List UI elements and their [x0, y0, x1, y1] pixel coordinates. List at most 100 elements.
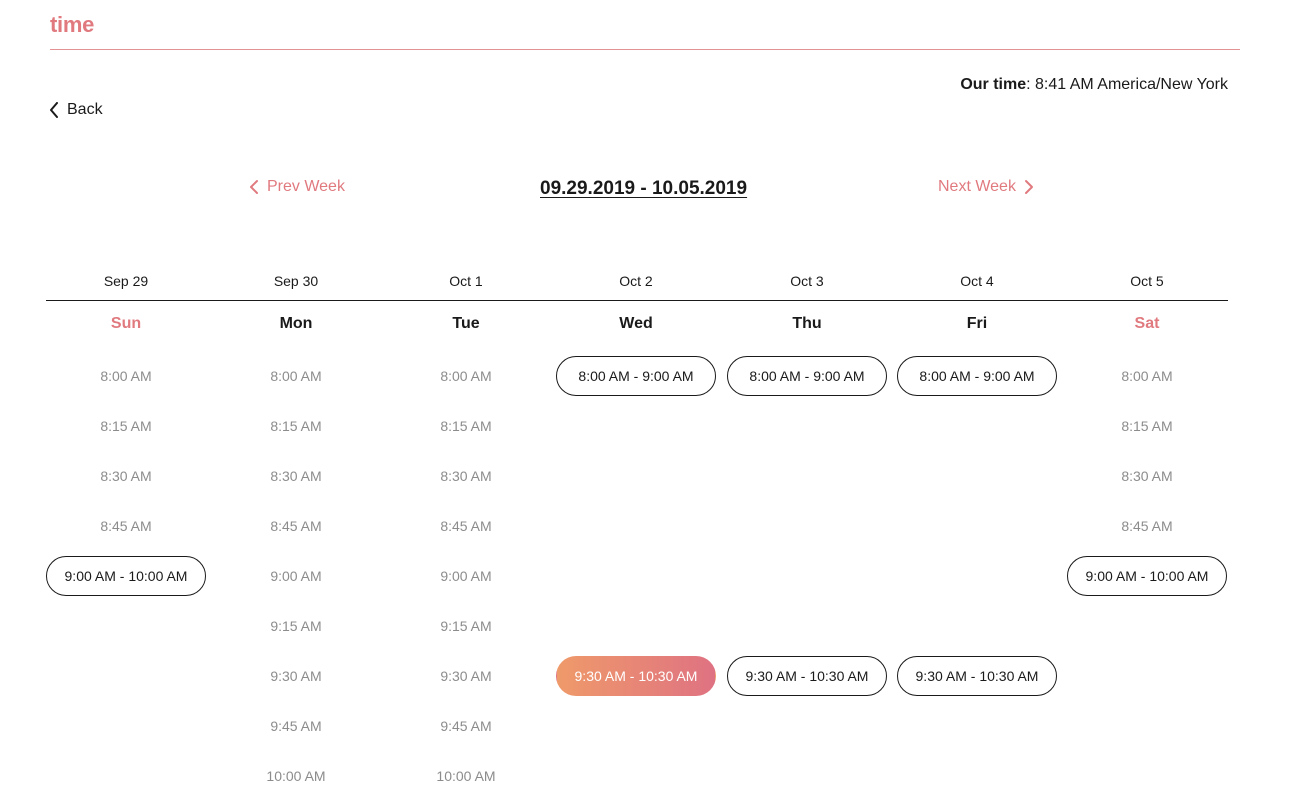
time-slot: 8:00 AM — [1121, 356, 1172, 396]
day-name: Sat — [1134, 315, 1160, 332]
time-slot-list: 8:00 AM - 9:00 AM 9:30 AM - 10:30 AM — [556, 356, 716, 706]
time-range-slot: 9:00 AM - 10:00 AM — [1067, 556, 1227, 596]
time-range-slot: 8:00 AM - 9:00 AM — [556, 356, 716, 396]
next-week-label: Next Week — [938, 178, 1016, 195]
time-slot-list: 8:00 AM 8:15 AM 8:30 AM 8:45 AM 9:00 AM 9:15 … — [436, 356, 495, 806]
time-slot-option[interactable]: 8:30 AM — [1121, 468, 1172, 484]
time-range-slot: 9:00 AM - 10:00 AM — [46, 556, 206, 596]
time-slot: 8:15 AM — [1121, 406, 1172, 446]
time-slot-option[interactable]: 8:15 AM — [440, 418, 491, 434]
time-slot-list: 8:00 AM 8:15 AM 8:30 AM 8:45 AM 9:00 AM - 10… — [1067, 356, 1227, 606]
time-range-slot: 9:30 AM - 10:30 AM — [727, 656, 887, 696]
week-range[interactable]: 09.29.2019 - 10.05.2019 — [540, 178, 747, 200]
time-slot: 9:45 AM — [440, 706, 491, 746]
time-slot: 8:15 AM — [270, 406, 321, 446]
time-slot-option[interactable]: 8:00 AM — [100, 368, 151, 384]
time-slot: 10:00 AM — [266, 756, 325, 796]
time-range-slot: 8:00 AM - 9:00 AM — [727, 356, 887, 396]
chevron-left-icon — [250, 180, 258, 194]
time-slot-option[interactable]: 8:00 AM — [440, 368, 491, 384]
time-range-slot: 8:00 AM - 9:00 AM — [897, 356, 1057, 396]
time-slot-list: 8:00 AM 8:15 AM 8:30 AM 8:45 AM 9:00 AM - 10… — [46, 356, 206, 606]
brand-logo[interactable]: time — [50, 12, 94, 38]
time-slot-option[interactable]: 8:30 AM — [100, 468, 151, 484]
day-name: Mon — [279, 315, 313, 332]
time-slot: 8:30 AM — [1121, 456, 1172, 496]
time-slot-option[interactable]: 9:15 AM — [440, 618, 491, 634]
time-slot-option[interactable]: 10:00 AM — [266, 768, 325, 784]
back-button[interactable]: Back — [49, 101, 103, 119]
day-column: Oct 2 Wed 8:00 AM - 9:00 AM 9:30 AM - 10:30… — [551, 271, 721, 706]
our-time-display: Our time: 8:41 AM America/New York — [960, 76, 1228, 94]
time-slot-option[interactable]: 8:00 AM — [1121, 368, 1172, 384]
time-slot-option[interactable]: 8:15 AM — [270, 418, 321, 434]
day-date: Oct 3 — [790, 273, 824, 289]
time-slot-option[interactable]: 10:00 AM — [436, 768, 495, 784]
time-slot: 8:15 AM — [100, 406, 151, 446]
time-slot-list: 8:00 AM - 9:00 AM 9:30 AM - 10:30 AM — [897, 356, 1057, 706]
time-slot: 8:30 AM — [100, 456, 151, 496]
time-slot: 9:00 AM — [440, 556, 491, 596]
time-range-button[interactable]: 9:30 AM - 10:30 AM — [897, 656, 1057, 696]
day-date: Sep 30 — [273, 273, 319, 289]
time-slot-option[interactable]: 8:45 AM — [100, 518, 151, 534]
back-label: Back — [67, 101, 103, 118]
day-date: Sep 29 — [103, 273, 149, 289]
time-slot: 9:15 AM — [440, 606, 491, 646]
time-slot: 8:15 AM — [440, 406, 491, 446]
day-column: Sep 29 Sun 8:00 AM 8:15 AM 8:30 AM 8:45 AM 9:0… — [41, 271, 211, 606]
time-range-button[interactable]: 8:00 AM - 9:00 AM — [727, 356, 887, 396]
prev-week-label: Prev Week — [267, 178, 345, 195]
time-slot-option[interactable]: 8:15 AM — [100, 418, 151, 434]
time-slot-option[interactable]: 8:45 AM — [270, 518, 321, 534]
our-time-separator: : — [1026, 76, 1031, 93]
selected-time-range-button[interactable]: 9:30 AM - 10:30 AM — [556, 656, 716, 696]
time-slot: 8:45 AM — [1121, 506, 1172, 546]
time-range-button[interactable]: 9:00 AM - 10:00 AM — [1067, 556, 1227, 596]
week-navigation: Prev Week 09.29.2019 - 10.05.2019 Next W… — [0, 178, 1296, 204]
time-range-button[interactable]: 9:00 AM - 10:00 AM — [46, 556, 206, 596]
time-slot: 8:45 AM — [100, 506, 151, 546]
time-slot: 8:45 AM — [270, 506, 321, 546]
time-slot: 9:15 AM — [270, 606, 321, 646]
time-slot-option[interactable]: 9:30 AM — [270, 668, 321, 684]
day-name: Thu — [792, 315, 822, 332]
day-column: Oct 4 Fri 8:00 AM - 9:00 AM 9:30 AM - 10:30… — [892, 271, 1062, 706]
time-slot: 8:00 AM — [270, 356, 321, 396]
time-slot-option[interactable]: 8:00 AM — [270, 368, 321, 384]
time-slot-option[interactable]: 8:45 AM — [1121, 518, 1172, 534]
day-column: Oct 3 Thu 8:00 AM - 9:00 AM 9:30 AM - 10:30… — [722, 271, 892, 706]
time-slot-option[interactable]: 9:00 AM — [270, 568, 321, 584]
time-range-button[interactable]: 8:00 AM - 9:00 AM — [556, 356, 716, 396]
time-slot-option[interactable]: 9:45 AM — [270, 718, 321, 734]
time-slot-option[interactable]: 8:15 AM — [1121, 418, 1172, 434]
time-slot-option[interactable]: 9:30 AM — [440, 668, 491, 684]
scheduler-page: time Our time: 8:41 AM America/New York … — [0, 0, 1296, 807]
our-time-label: Our time — [960, 76, 1027, 93]
next-week-button[interactable]: Next Week — [938, 178, 1034, 196]
time-range-button[interactable]: 9:30 AM - 10:30 AM — [727, 656, 887, 696]
day-column: Sep 30 Mon 8:00 AM 8:15 AM 8:30 AM 8:45 AM 9:0… — [211, 271, 381, 806]
time-slot-option[interactable]: 8:45 AM — [440, 518, 491, 534]
day-name: Tue — [452, 315, 480, 332]
time-slot-option[interactable]: 9:45 AM — [440, 718, 491, 734]
time-slot-option[interactable]: 9:00 AM — [440, 568, 491, 584]
prev-week-button[interactable]: Prev Week — [249, 178, 345, 196]
day-column: Oct 1 Tue 8:00 AM 8:15 AM 8:30 AM 8:45 AM 9:00… — [381, 271, 551, 806]
time-slot: 9:00 AM — [270, 556, 321, 596]
day-column: Oct 5 Sat 8:00 AM 8:15 AM 8:30 AM 8:45 AM 9:00… — [1062, 271, 1232, 606]
time-slot-option[interactable]: 9:15 AM — [270, 618, 321, 634]
header-divider — [50, 49, 1240, 50]
day-name: Fri — [966, 315, 988, 332]
time-slot-option[interactable]: 8:30 AM — [270, 468, 321, 484]
day-date: Oct 2 — [619, 273, 653, 289]
day-date: Oct 5 — [1130, 273, 1164, 289]
time-slot: 9:45 AM — [270, 706, 321, 746]
time-slot: 10:00 AM — [436, 756, 495, 796]
day-date: Oct 1 — [449, 273, 483, 289]
time-range-button[interactable]: 8:00 AM - 9:00 AM — [897, 356, 1057, 396]
time-slot-list: 8:00 AM - 9:00 AM 9:30 AM - 10:30 AM — [727, 356, 887, 706]
time-slot-option[interactable]: 8:30 AM — [440, 468, 491, 484]
day-name: Wed — [619, 315, 653, 332]
time-slot: 9:30 AM — [440, 656, 491, 696]
